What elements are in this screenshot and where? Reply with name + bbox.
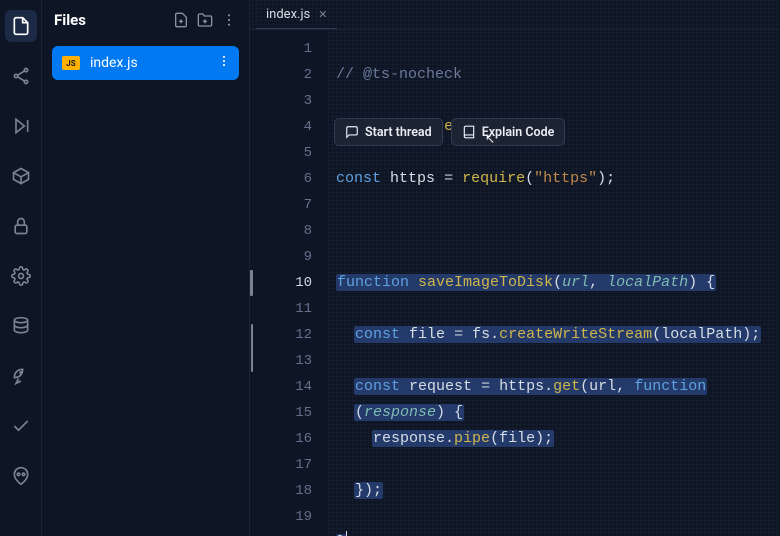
line-number: 17: [250, 452, 328, 478]
explain-code-button[interactable]: Explain Code: [451, 118, 566, 146]
line-number: 15: [250, 400, 328, 426]
activity-check-icon[interactable]: [5, 410, 37, 442]
line-number: 5: [250, 140, 328, 166]
panel-resize-handle[interactable]: [251, 324, 253, 372]
new-file-icon[interactable]: [173, 12, 189, 28]
activity-bar: [0, 0, 42, 536]
activity-package-icon[interactable]: [5, 160, 37, 192]
inline-context-menu: Start thread Explain Code: [334, 118, 565, 146]
activity-files-icon[interactable]: [5, 10, 37, 42]
code-content[interactable]: // @ts-nocheck const fs = require("fs");…: [328, 30, 780, 536]
line-number: 6: [250, 166, 328, 192]
start-thread-label: Start thread: [365, 125, 432, 140]
editor-tab-bar: index.js ✕: [250, 0, 780, 30]
line-number-gutter: 1 2 3 4 5 6 7 8 9 10 11 12 13 14 15 16 1…: [250, 30, 328, 536]
thread-icon: [345, 125, 359, 139]
line-number: 7: [250, 192, 328, 218]
text-caret: [346, 531, 347, 536]
line-number: 16: [250, 426, 328, 452]
editor-tab-label: index.js: [266, 7, 310, 22]
activity-settings-icon[interactable]: [5, 260, 37, 292]
line-number: 14: [250, 374, 328, 400]
editor-area: index.js ✕ 1 2 3 4 5 6 7 8 9 10 11 12 13…: [250, 0, 780, 536]
line-number: 2: [250, 62, 328, 88]
files-panel-more-icon[interactable]: [221, 12, 237, 28]
file-item-more-icon[interactable]: [217, 54, 231, 72]
line-number: 3: [250, 88, 328, 114]
new-folder-icon[interactable]: [197, 12, 213, 28]
activity-share-icon[interactable]: [5, 60, 37, 92]
files-panel-title: Files: [54, 11, 165, 29]
line-number: 19: [250, 504, 328, 530]
files-panel-header: Files: [42, 0, 249, 40]
explain-code-label: Explain Code: [482, 125, 555, 140]
tab-close-icon[interactable]: ✕: [318, 8, 327, 21]
gutter-active-marker: [250, 270, 253, 296]
line-number: 8: [250, 218, 328, 244]
files-panel: Files JS index.js: [42, 0, 250, 536]
activity-lock-icon[interactable]: [5, 210, 37, 242]
line-number: 11: [250, 296, 328, 322]
line-number: 18: [250, 478, 328, 504]
line-number: 4: [250, 114, 328, 140]
activity-deploy-icon[interactable]: [5, 360, 37, 392]
activity-run-icon[interactable]: [5, 110, 37, 142]
file-tree-item-label: index.js: [90, 55, 138, 71]
start-thread-button[interactable]: Start thread: [334, 118, 443, 146]
line-number: 12: [250, 322, 328, 348]
line-number: 13: [250, 348, 328, 374]
line-number: 1: [250, 36, 328, 62]
code-editor[interactable]: 1 2 3 4 5 6 7 8 9 10 11 12 13 14 15 16 1…: [250, 30, 780, 536]
book-icon: [462, 125, 476, 139]
file-js-badge-icon: JS: [62, 56, 80, 70]
line-number: 9: [250, 244, 328, 270]
line-number: 10: [250, 270, 328, 296]
editor-tab[interactable]: index.js ✕: [256, 0, 337, 29]
activity-alien-icon[interactable]: [5, 460, 37, 492]
activity-database-icon[interactable]: [5, 310, 37, 342]
file-tree-item[interactable]: JS index.js: [52, 46, 239, 80]
